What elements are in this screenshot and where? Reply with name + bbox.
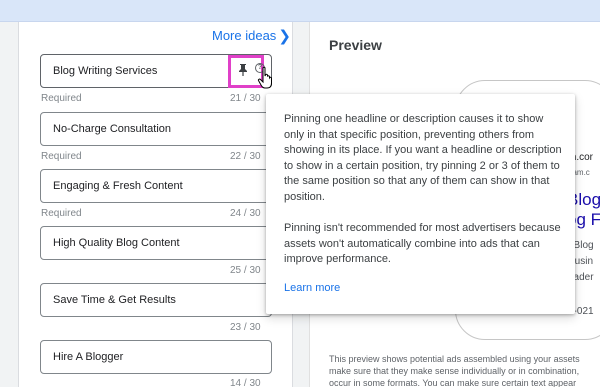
preview-note-line: make sure that they make sense individua… [329,366,580,376]
headline-field-2[interactable]: No-Charge Consultation [40,112,272,146]
char-count: 23 / 30 [230,322,261,333]
pin-info-tooltip: Pinning one headline or description caus… [266,94,575,314]
headline-value: High Quality Blog Content [53,237,180,249]
preview-note-line: This preview shows potential ads assembl… [329,354,580,364]
preview-title: Preview [329,37,382,53]
char-count: 24 / 30 [230,208,261,219]
preview-note-line: occur in some formats. You can make sure… [329,378,577,387]
headline-field-5[interactable]: Save Time & Get Results [40,283,272,317]
top-band [0,0,600,22]
headline-value: Hire A Blogger [53,351,124,363]
preview-note: This preview shows potential ads assembl… [329,353,600,387]
headline-value: Save Time & Get Results [53,294,176,306]
hand-cursor-icon [257,66,272,89]
char-count: 14 / 30 [230,378,261,387]
tooltip-paragraph-1: Pinning one headline or description caus… [284,113,562,203]
headline-field-4[interactable]: High Quality Blog Content [40,226,272,260]
headline-value: Engaging & Fresh Content [53,180,183,192]
char-count: 25 / 30 [230,265,261,276]
chevron-right-icon: ❯ [278,28,291,45]
tooltip-paragraph-2: Pinning isn't recommended for most adver… [284,222,561,265]
headline-value: Blog Writing Services [53,65,158,77]
required-label: Required [41,151,82,162]
required-label: Required [41,93,82,104]
pin-icon[interactable] [238,63,248,77]
headline-value: No-Charge Consultation [53,123,172,135]
headline-field-3[interactable]: Engaging & Fresh Content [40,169,272,203]
char-count: 22 / 30 [230,151,261,162]
headline-field-6[interactable]: Hire A Blogger [40,340,272,374]
char-count: 21 / 30 [230,93,261,104]
learn-more-link[interactable]: Learn more [284,282,340,294]
required-label: Required [41,208,82,219]
more-ideas-label: More ideas [212,28,277,43]
more-ideas-link[interactable]: More ideas ❯ [212,26,291,45]
